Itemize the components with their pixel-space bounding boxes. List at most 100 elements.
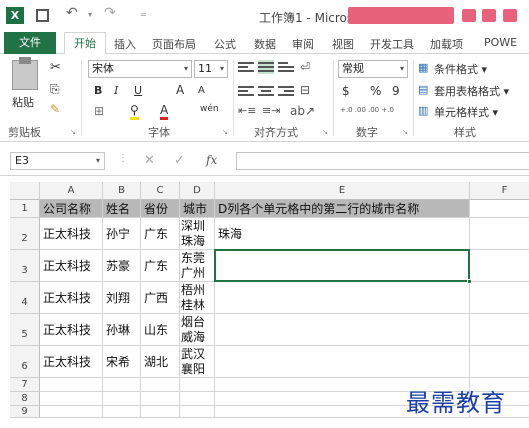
font-size-combo[interactable]: 11 ▾: [194, 60, 228, 78]
row-header[interactable]: 7: [10, 378, 40, 392]
cell[interactable]: [470, 314, 529, 346]
font-color-button[interactable]: A: [160, 103, 169, 120]
tab-addins[interactable]: 加载项: [430, 36, 463, 52]
cell[interactable]: 广西: [141, 282, 180, 314]
cell[interactable]: [180, 378, 215, 392]
tab-power[interactable]: POWE: [484, 36, 517, 49]
wrap-text-icon[interactable]: ⏎: [300, 60, 310, 74]
number-format-combo[interactable]: 常规 ▾: [338, 60, 408, 78]
cell[interactable]: 孙宁: [103, 218, 141, 250]
cell[interactable]: 烟台 威海: [180, 314, 215, 346]
cell[interactable]: [470, 282, 529, 314]
row-header[interactable]: 1: [10, 200, 40, 218]
cell[interactable]: 姓名: [103, 200, 141, 218]
align-right-icon[interactable]: [278, 84, 294, 98]
cell[interactable]: [103, 392, 141, 406]
cell[interactable]: [141, 406, 180, 418]
cell[interactable]: 武汉 襄阳: [180, 346, 215, 378]
cell[interactable]: [180, 392, 215, 406]
number-launcher-icon[interactable]: ↘: [402, 128, 408, 136]
cell[interactable]: 山东: [141, 314, 180, 346]
decrease-decimal-button[interactable]: .00 +.0: [368, 106, 394, 114]
cell[interactable]: [470, 200, 529, 218]
tab-insert[interactable]: 插入: [114, 36, 136, 52]
cell[interactable]: [470, 346, 529, 378]
cell[interactable]: 正太科技: [40, 346, 103, 378]
tab-file[interactable]: 文件: [4, 32, 56, 54]
tab-review[interactable]: 审阅: [292, 36, 314, 52]
maximize-icon[interactable]: [503, 9, 517, 22]
merge-center-icon[interactable]: ⊟: [300, 83, 310, 97]
undo-icon[interactable]: ↶: [66, 5, 78, 21]
phonetic-button[interactable]: wén: [200, 104, 219, 114]
cancel-icon[interactable]: ✕: [144, 153, 155, 168]
insert-function-button[interactable]: fx: [206, 153, 217, 167]
decrease-indent-icon[interactable]: ⇤≡: [238, 104, 256, 117]
row-header[interactable]: 3: [10, 250, 40, 282]
column-header-e[interactable]: E: [215, 182, 470, 200]
cell[interactable]: 孙琳: [103, 314, 141, 346]
currency-button[interactable]: $: [342, 84, 350, 98]
cell[interactable]: 东莞 广州: [180, 250, 215, 282]
redo-icon[interactable]: ↷: [104, 5, 116, 21]
cell[interactable]: 省份: [141, 200, 180, 218]
row-header[interactable]: 9: [10, 406, 40, 418]
cell[interactable]: [215, 346, 470, 378]
cell[interactable]: [470, 218, 529, 250]
tab-formulas[interactable]: 公式: [214, 36, 236, 52]
format-painter-icon[interactable]: ✎: [50, 102, 60, 116]
align-center-icon[interactable]: [258, 84, 274, 98]
percent-button[interactable]: %: [370, 84, 381, 98]
undo-dropdown-icon[interactable]: ▾: [88, 10, 92, 19]
column-header-d[interactable]: D: [180, 182, 215, 200]
cell[interactable]: 珠海: [215, 218, 470, 250]
cell[interactable]: [470, 250, 529, 282]
fill-handle[interactable]: [467, 279, 472, 284]
cell[interactable]: [103, 406, 141, 418]
row-header[interactable]: 2: [10, 218, 40, 250]
cell[interactable]: 正太科技: [40, 218, 103, 250]
formula-input[interactable]: [236, 152, 529, 170]
fill-color-icon[interactable]: ⚲: [130, 103, 139, 120]
cell[interactable]: [40, 378, 103, 392]
align-bottom-icon[interactable]: [278, 60, 294, 74]
save-icon[interactable]: [36, 9, 49, 22]
cell[interactable]: 城市: [180, 200, 215, 218]
conditional-format-button[interactable]: 条件格式 ▾: [434, 61, 487, 77]
cell[interactable]: [180, 406, 215, 418]
shrink-font-button[interactable]: A: [198, 85, 205, 96]
align-middle-icon[interactable]: [258, 60, 274, 74]
cell[interactable]: 苏豪: [103, 250, 141, 282]
borders-icon[interactable]: ⊞: [94, 104, 104, 118]
underline-button[interactable]: U: [134, 84, 142, 97]
name-box[interactable]: E3 ▾: [10, 152, 105, 170]
tab-view[interactable]: 视图: [332, 36, 354, 52]
row-header[interactable]: 5: [10, 314, 40, 346]
align-top-icon[interactable]: [238, 60, 254, 74]
cell[interactable]: [103, 378, 141, 392]
cell[interactable]: 刘翔: [103, 282, 141, 314]
cut-icon[interactable]: ✂: [50, 60, 61, 75]
tab-developer[interactable]: 开发工具: [370, 36, 414, 52]
tab-data[interactable]: 数据: [254, 36, 276, 52]
cell[interactable]: [40, 392, 103, 406]
row-header[interactable]: 4: [10, 282, 40, 314]
bold-button[interactable]: B: [94, 84, 102, 97]
cell[interactable]: [141, 378, 180, 392]
italic-button[interactable]: I: [114, 84, 118, 97]
font-launcher-icon[interactable]: ↘: [222, 128, 228, 136]
paste-icon[interactable]: [12, 57, 38, 90]
row-header[interactable]: 6: [10, 346, 40, 378]
comma-button[interactable]: 9: [392, 84, 400, 98]
align-left-icon[interactable]: [238, 84, 254, 98]
cell[interactable]: 梧州 桂林: [180, 282, 215, 314]
format-as-table-button[interactable]: 套用表格格式 ▾: [434, 83, 509, 99]
cell[interactable]: 深圳 珠海: [180, 218, 215, 250]
cell[interactable]: D列各个单元格中的第二行的城市名称: [215, 200, 470, 218]
column-header-a[interactable]: A: [40, 182, 103, 200]
enter-icon[interactable]: ✓: [174, 153, 185, 168]
column-header-b[interactable]: B: [103, 182, 141, 200]
cell[interactable]: 正太科技: [40, 314, 103, 346]
cell[interactable]: [215, 250, 470, 282]
tab-home[interactable]: 开始: [64, 32, 106, 55]
